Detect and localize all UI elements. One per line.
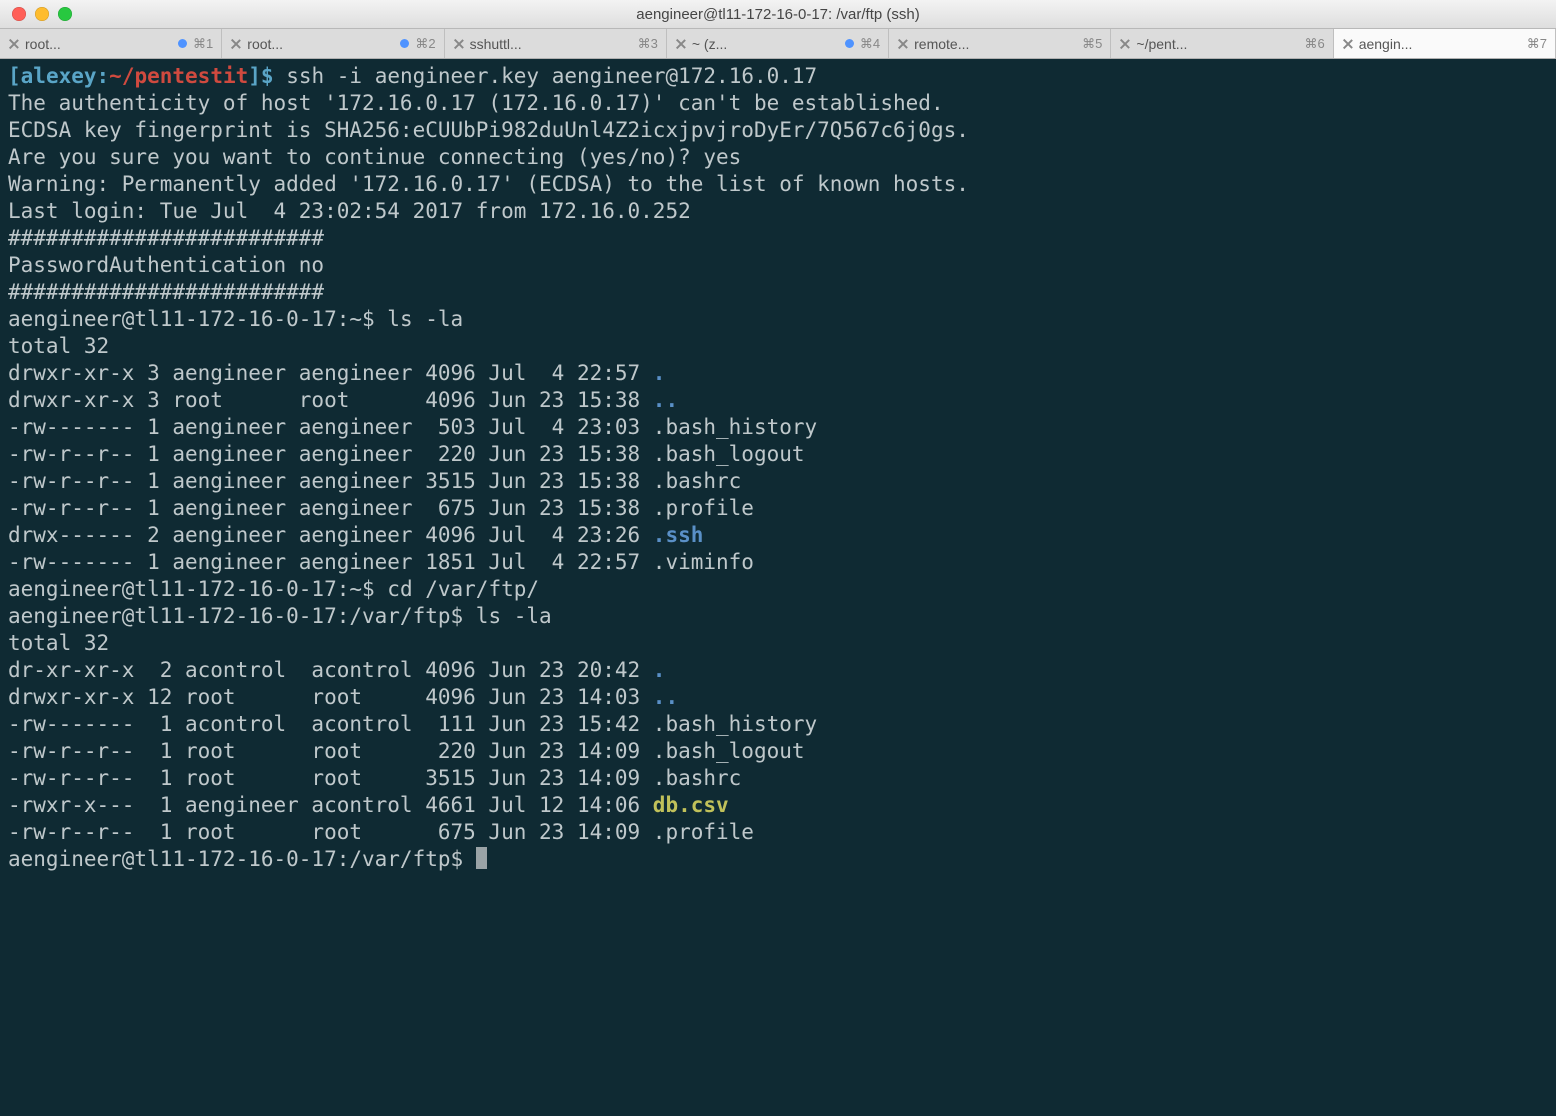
minimize-icon[interactable]: [35, 7, 49, 21]
tab-label: aengin...: [1359, 36, 1523, 52]
terminal-line: -rw-r--r-- 1 aengineer aengineer 220 Jun…: [8, 441, 1548, 468]
terminal-line: -rw-r--r-- 1 aengineer aengineer 3515 Ju…: [8, 468, 1548, 495]
terminal-line: -rw------- 1 acontrol acontrol 111 Jun 2…: [8, 711, 1548, 738]
close-tab-icon[interactable]: [453, 38, 465, 50]
ls-name: .bash_logout: [653, 442, 805, 466]
tab-shortcut: ⌘7: [1527, 36, 1547, 52]
shell-command: ssh -i aengineer.key aengineer@172.16.0.…: [286, 64, 817, 88]
tab-label: root...: [247, 36, 396, 52]
close-tab-icon[interactable]: [1342, 38, 1354, 50]
ls-name: .profile: [653, 820, 754, 844]
terminal-line: ECDSA key fingerprint is SHA256:eCUUbPi9…: [8, 117, 1548, 144]
tab-2[interactable]: root...⌘2: [222, 29, 444, 58]
shell-command: cd /var/ftp/: [387, 577, 539, 601]
ls-name: .bash_history: [653, 415, 817, 439]
terminal-line: drwx------ 2 aengineer aengineer 4096 Ju…: [8, 522, 1548, 549]
tab-shortcut: ⌘2: [400, 36, 435, 52]
ls-name: db.csv: [653, 793, 729, 817]
terminal-line: total 32: [8, 333, 1548, 360]
terminal-line: aengineer@tl11-172-16-0-17:~$ cd /var/ft…: [8, 576, 1548, 603]
ls-name: .bash_logout: [653, 739, 805, 763]
terminal-line: -rw-r--r-- 1 root root 3515 Jun 23 14:09…: [8, 765, 1548, 792]
remote-prompt: aengineer@tl11-172-16-0-17:/var/ftp$: [8, 604, 476, 628]
ls-name: .bash_history: [653, 712, 817, 736]
dirty-dot-icon: [400, 39, 409, 48]
terminal-line: #########################: [8, 279, 1548, 306]
prompt-user: alexey: [21, 64, 97, 88]
terminal-line: Last login: Tue Jul 4 23:02:54 2017 from…: [8, 198, 1548, 225]
terminal-line: Are you sure you want to continue connec…: [8, 144, 1548, 171]
tabbar: root...⌘1root...⌘2sshuttl...⌘3~ (z...⌘4r…: [0, 29, 1556, 59]
tab-7[interactable]: aengin...⌘7: [1334, 29, 1556, 58]
terminal-line: -rwxr-x--- 1 aengineer acontrol 4661 Jul…: [8, 792, 1548, 819]
terminal-line: drwxr-xr-x 3 root root 4096 Jun 23 15:38…: [8, 387, 1548, 414]
terminal-line: dr-xr-xr-x 2 acontrol acontrol 4096 Jun …: [8, 657, 1548, 684]
tab-6[interactable]: ~/pent...⌘6: [1111, 29, 1333, 58]
window-controls: [0, 7, 72, 21]
tab-label: remote...: [914, 36, 1078, 52]
terminal-line: -rw------- 1 aengineer aengineer 1851 Ju…: [8, 549, 1548, 576]
dirty-dot-icon: [178, 39, 187, 48]
ls-name: .viminfo: [653, 550, 754, 574]
shell-command: ls -la: [476, 604, 552, 628]
terminal-line: aengineer@tl11-172-16-0-17:~$ ls -la: [8, 306, 1548, 333]
tab-label: ~ (z...: [692, 36, 841, 52]
remote-prompt: aengineer@tl11-172-16-0-17:~$: [8, 577, 387, 601]
terminal-line: aengineer@tl11-172-16-0-17:/var/ftp$: [8, 846, 1548, 873]
terminal-line: #########################: [8, 225, 1548, 252]
titlebar: aengineer@tl11-172-16-0-17: /var/ftp (ss…: [0, 0, 1556, 29]
ls-name: .bashrc: [653, 469, 742, 493]
maximize-icon[interactable]: [58, 7, 72, 21]
terminal-line: total 32: [8, 630, 1548, 657]
tab-1[interactable]: root...⌘1: [0, 29, 222, 58]
ls-name: ..: [653, 388, 678, 412]
tab-shortcut: ⌘3: [638, 36, 658, 52]
close-tab-icon[interactable]: [230, 38, 242, 50]
terminal-line: -rw-r--r-- 1 root root 220 Jun 23 14:09 …: [8, 738, 1548, 765]
tab-5[interactable]: remote...⌘5: [889, 29, 1111, 58]
ls-name: ..: [653, 685, 678, 709]
terminal-line: Warning: Permanently added '172.16.0.17'…: [8, 171, 1548, 198]
tab-shortcut: ⌘4: [845, 36, 880, 52]
ls-name: .bashrc: [653, 766, 742, 790]
terminal-line: drwxr-xr-x 3 aengineer aengineer 4096 Ju…: [8, 360, 1548, 387]
tab-label: ~/pent...: [1136, 36, 1300, 52]
window-title: aengineer@tl11-172-16-0-17: /var/ftp (ss…: [0, 6, 1556, 23]
terminal-line: The authenticity of host '172.16.0.17 (1…: [8, 90, 1548, 117]
ls-name: .profile: [653, 496, 754, 520]
terminal-line: -rw-r--r-- 1 aengineer aengineer 675 Jun…: [8, 495, 1548, 522]
ls-name: .: [653, 361, 666, 385]
terminal-line: -rw------- 1 aengineer aengineer 503 Jul…: [8, 414, 1548, 441]
terminal-line: aengineer@tl11-172-16-0-17:/var/ftp$ ls …: [8, 603, 1548, 630]
terminal-line: PasswordAuthentication no: [8, 252, 1548, 279]
close-tab-icon[interactable]: [675, 38, 687, 50]
tab-3[interactable]: sshuttl...⌘3: [445, 29, 667, 58]
close-icon[interactable]: [12, 7, 26, 21]
tab-shortcut: ⌘1: [178, 36, 213, 52]
tab-label: sshuttl...: [470, 36, 634, 52]
ls-name: .: [653, 658, 666, 682]
dirty-dot-icon: [845, 39, 854, 48]
tab-4[interactable]: ~ (z...⌘4: [667, 29, 889, 58]
close-tab-icon[interactable]: [8, 38, 20, 50]
tab-shortcut: ⌘5: [1082, 36, 1102, 52]
remote-prompt: aengineer@tl11-172-16-0-17:/var/ftp$: [8, 847, 476, 871]
remote-prompt: aengineer@tl11-172-16-0-17:~$: [8, 307, 387, 331]
prompt-path: ~/pentestit: [109, 64, 248, 88]
cursor: [476, 847, 487, 869]
terminal-line: drwxr-xr-x 12 root root 4096 Jun 23 14:0…: [8, 684, 1548, 711]
close-tab-icon[interactable]: [1119, 38, 1131, 50]
terminal-line: -rw-r--r-- 1 root root 675 Jun 23 14:09 …: [8, 819, 1548, 846]
terminal-line: [alexey:~/pentestit]$ ssh -i aengineer.k…: [8, 63, 1548, 90]
terminal[interactable]: [alexey:~/pentestit]$ ssh -i aengineer.k…: [0, 59, 1556, 877]
tab-shortcut: ⌘6: [1304, 36, 1324, 52]
tab-label: root...: [25, 36, 174, 52]
prompt-open: [: [8, 64, 21, 88]
close-tab-icon[interactable]: [897, 38, 909, 50]
shell-command: ls -la: [387, 307, 463, 331]
ls-name: .ssh: [653, 523, 704, 547]
